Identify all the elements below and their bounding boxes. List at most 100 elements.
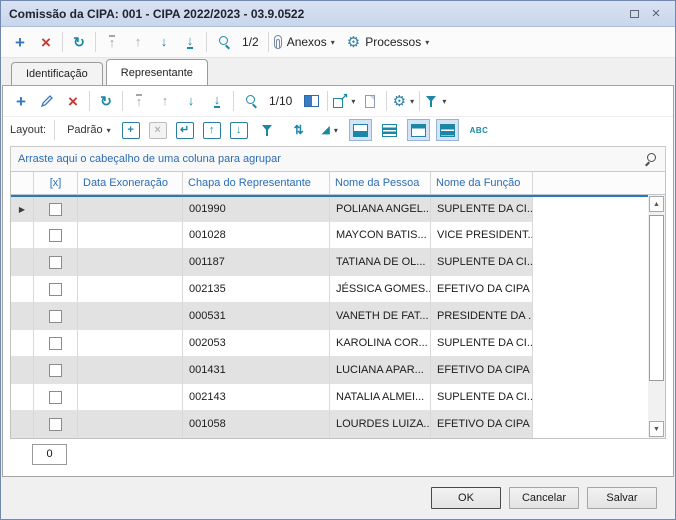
toggle-rows-button[interactable] [378, 119, 401, 141]
grid-last-row-button[interactable]: ↓ [204, 89, 230, 113]
cell-nome-pessoa[interactable]: JÉSSICA GOMES... [330, 276, 431, 303]
row-checkbox[interactable] [49, 283, 62, 296]
row-checkbox[interactable] [49, 256, 62, 269]
grid-delete-button[interactable]: × [60, 89, 86, 113]
row-checkbox-cell[interactable] [34, 249, 78, 276]
header-nome-pessoa[interactable]: Nome da Pessoa [330, 172, 431, 195]
cell-chapa[interactable]: 000531 [183, 303, 330, 330]
row-checkbox-cell[interactable] [34, 330, 78, 357]
cell-chapa[interactable]: 001990 [183, 197, 330, 222]
cell-nome-funcao[interactable]: SUPLENTE DA CI... [431, 249, 533, 276]
grid-add-button[interactable]: + [8, 89, 34, 113]
grid-next-row-button[interactable]: ↓ [178, 89, 204, 113]
grid-settings-button[interactable]: ⚙ ▾ [390, 89, 416, 113]
toggle-footer-button[interactable] [349, 119, 372, 141]
row-checkbox[interactable] [49, 229, 62, 242]
cell-nome-funcao[interactable]: EFETIVO DA CIPA [431, 357, 533, 384]
table-row[interactable]: ▶ 001028 MAYCON BATIS... VICE PRESIDENT.… [11, 222, 648, 249]
toggle-stripes-button[interactable] [436, 119, 459, 141]
cell-nome-funcao[interactable]: PRESIDENTE DA ... [431, 303, 533, 330]
cell-chapa[interactable]: 001028 [183, 222, 330, 249]
vertical-scrollbar[interactable]: ▲ ▼ [648, 195, 665, 438]
layout-add-button[interactable]: + [122, 122, 140, 139]
cell-nome-funcao[interactable]: EFETIVO DA CIPA [431, 276, 533, 303]
scrollbar-track[interactable] [648, 213, 665, 420]
layout-filter-button[interactable] [255, 118, 281, 142]
cell-nome-pessoa[interactable]: LUCIANA APAR... [330, 357, 431, 384]
table-row[interactable]: ▶ 001990 POLIANA ANGEL... SUPLENTE DA CI… [11, 195, 648, 222]
search-record-button[interactable] [210, 30, 236, 54]
header-data-exoneracao[interactable]: Data Exoneração [78, 172, 183, 195]
next-record-button[interactable]: ↓ [151, 30, 177, 54]
layout-download-button[interactable]: ↓ [230, 122, 248, 139]
header-nome-funcao[interactable]: Nome da Função [431, 172, 533, 195]
table-row[interactable]: ▶ 001431 LUCIANA APAR... EFETIVO DA CIPA [11, 357, 648, 384]
row-checkbox-cell[interactable] [34, 357, 78, 384]
cell-nome-pessoa[interactable]: LOURDES LUIZA... [330, 411, 431, 438]
grid-columns-button[interactable] [298, 89, 324, 113]
cancel-button[interactable]: Cancelar [509, 487, 579, 509]
anexos-button[interactable]: Anexos ▾ [272, 30, 337, 54]
row-checkbox[interactable] [49, 364, 62, 377]
row-checkbox-cell[interactable] [34, 411, 78, 438]
grid-report-button[interactable] [357, 89, 383, 113]
grid-export-button[interactable]: ↗ ▾ [331, 89, 357, 113]
titlebar[interactable]: Comissão da CIPA: 001 - CIPA 2022/2023 -… [1, 1, 675, 27]
grid-edit-button[interactable] [34, 89, 60, 113]
layout-upload-button[interactable]: ↑ [203, 122, 221, 139]
row-selector-cell[interactable]: ▶ [11, 222, 34, 249]
cell-data-exoneracao[interactable] [78, 249, 183, 276]
last-record-button[interactable]: ↓ [177, 30, 203, 54]
cell-data-exoneracao[interactable] [78, 357, 183, 384]
row-checkbox[interactable] [49, 203, 62, 216]
cell-chapa[interactable]: 001058 [183, 411, 330, 438]
row-checkbox-cell[interactable] [34, 276, 78, 303]
row-selector-cell[interactable]: ▶ [11, 357, 34, 384]
table-row[interactable]: ▶ 001058 LOURDES LUIZA... EFETIVO DA CIP… [11, 411, 648, 438]
cell-data-exoneracao[interactable] [78, 330, 183, 357]
row-selector-cell[interactable]: ▶ [11, 411, 34, 438]
cell-data-exoneracao[interactable] [78, 411, 183, 438]
cell-nome-funcao[interactable]: SUPLENTE DA CI... [431, 384, 533, 411]
table-row[interactable]: ▶ 000531 VANETH DE FAT... PRESIDENTE DA … [11, 303, 648, 330]
save-button[interactable]: Salvar [587, 487, 657, 509]
row-selector-cell[interactable]: ▶ [11, 384, 34, 411]
delete-record-button[interactable]: × [33, 30, 59, 54]
cell-chapa[interactable]: 002143 [183, 384, 330, 411]
row-checkbox-cell[interactable] [34, 303, 78, 330]
grid-first-row-button[interactable]: ↑ [126, 89, 152, 113]
cell-nome-funcao[interactable]: VICE PRESIDENT... [431, 222, 533, 249]
cell-chapa[interactable]: 002135 [183, 276, 330, 303]
row-selector-cell[interactable]: ▶ [11, 197, 34, 222]
header-checkbox-column[interactable]: [x] [34, 172, 78, 195]
cell-chapa[interactable]: 002053 [183, 330, 330, 357]
grid-quick-search-icon[interactable] [645, 153, 658, 166]
cell-data-exoneracao[interactable] [78, 197, 183, 222]
previous-record-button[interactable]: ↑ [125, 30, 151, 54]
cell-nome-funcao[interactable]: SUPLENTE DA CI... [431, 197, 533, 222]
header-chapa[interactable]: Chapa do Representante [183, 172, 330, 195]
processos-button[interactable]: ⚙ Processos ▾ [345, 30, 432, 54]
layout-fit-button[interactable]: ⇅ [286, 118, 312, 142]
first-record-button[interactable]: ↑ [99, 30, 125, 54]
refresh-button[interactable]: ↻ [66, 30, 92, 54]
add-record-button[interactable]: + [7, 30, 33, 54]
maximize-button[interactable] [623, 4, 645, 24]
row-checkbox[interactable] [49, 310, 62, 323]
table-row[interactable]: ▶ 001187 TATIANA DE OL... SUPLENTE DA CI… [11, 249, 648, 276]
abc-spellcheck-icon[interactable]: ABC [470, 126, 489, 135]
cell-nome-pessoa[interactable]: TATIANA DE OL... [330, 249, 431, 276]
cell-nome-pessoa[interactable]: POLIANA ANGEL... [330, 197, 431, 222]
row-selector-cell[interactable]: ▶ [11, 303, 34, 330]
scroll-up-button[interactable]: ▲ [649, 196, 664, 212]
cell-nome-pessoa[interactable]: VANETH DE FAT... [330, 303, 431, 330]
tab-identificacao[interactable]: Identificação [11, 62, 103, 85]
ok-button[interactable]: OK [431, 487, 501, 509]
layout-apply-button[interactable]: ↵ [176, 122, 194, 139]
cell-data-exoneracao[interactable] [78, 276, 183, 303]
layout-preset-dropdown[interactable]: Padrão ▾ [67, 124, 111, 136]
cell-nome-funcao[interactable]: SUPLENTE DA CI... [431, 330, 533, 357]
scroll-down-button[interactable]: ▼ [649, 421, 664, 437]
row-selector-cell[interactable]: ▶ [11, 249, 34, 276]
cell-chapa[interactable]: 001187 [183, 249, 330, 276]
